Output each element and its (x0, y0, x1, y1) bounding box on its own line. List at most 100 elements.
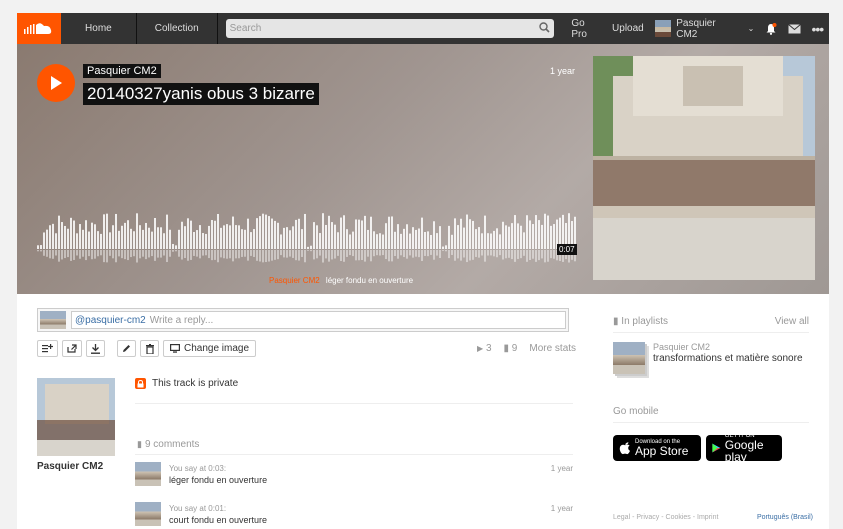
comments-stat[interactable]: ▮ 9 (504, 343, 518, 354)
waveform-reflection (331, 250, 333, 260)
private-notice: This track is private (135, 378, 238, 389)
waveform-reflection (406, 250, 408, 259)
waveform-bar (451, 234, 453, 249)
waveform-bar (133, 231, 135, 249)
play-button[interactable] (37, 64, 75, 102)
repost-button[interactable] (62, 340, 82, 357)
waveform-bar (292, 226, 294, 249)
plays-stat[interactable]: ▶ 3 (477, 343, 492, 354)
footer-links[interactable]: Legal - Privacy - Cookies - Imprint (613, 514, 718, 521)
waveform-bar (499, 234, 501, 249)
user-avatar[interactable] (654, 20, 672, 37)
waveform-reflection (475, 250, 477, 257)
waveform-bar (85, 220, 87, 249)
playlist-owner[interactable]: Pasquier CM2 (653, 342, 710, 352)
waveform-bar (448, 225, 450, 249)
waveform-comment-user[interactable]: Pasquier CM2 (269, 276, 320, 285)
waveform-reflection (511, 250, 513, 260)
comment-age: 1 year (550, 464, 573, 473)
reply-bar: @pasquier-cm2 Write a reply... (37, 308, 569, 332)
waveform-bar (388, 216, 390, 249)
add-to-queue-icon (42, 344, 53, 353)
nav-home[interactable]: Home (61, 13, 137, 44)
waveform-bar (289, 230, 291, 249)
waveform-reflection (313, 250, 315, 260)
search-input[interactable] (225, 19, 555, 38)
waveform-reflection (304, 250, 306, 263)
waveform-bar (232, 216, 234, 249)
soundcloud-logo[interactable] (17, 13, 62, 44)
delete-button[interactable] (140, 340, 159, 357)
waveform-bar (190, 220, 192, 249)
nav-collection[interactable]: Collection (137, 13, 218, 44)
waveform-reflection (106, 250, 108, 263)
waveform-bar (457, 225, 459, 249)
change-image-button[interactable]: Change image (163, 340, 257, 357)
go-pro-link[interactable]: Go Pro (566, 18, 607, 40)
comment-timestamp[interactable]: say at 0:01: (185, 504, 226, 513)
waveform-reflection (265, 250, 267, 263)
waveform-bar (55, 233, 57, 249)
private-notice-text: This track is private (152, 378, 239, 389)
waveform-bar (421, 217, 423, 249)
comment-avatar[interactable] (135, 462, 161, 486)
comment-timestamp[interactable]: say at 0:03: (185, 464, 226, 473)
app-store-badge[interactable]: Download on the App Store (613, 435, 701, 461)
waveform-reflection (232, 250, 234, 262)
waveform-reflection (361, 250, 363, 260)
waveform-bar (244, 229, 246, 249)
chevron-down-icon[interactable]: ⌄ (743, 24, 760, 33)
comment-user[interactable]: You (169, 504, 183, 513)
waveform-reflection (115, 250, 117, 263)
comment-avatar[interactable] (135, 502, 161, 526)
comment-user[interactable]: You (169, 464, 183, 473)
waveform-reflection (142, 250, 144, 257)
waveform-bar (400, 233, 402, 249)
playlist-thumbnail[interactable] (613, 342, 645, 374)
search-icon[interactable] (539, 22, 550, 33)
artist-name[interactable]: Pasquier CM2 (83, 64, 161, 78)
waveform[interactable] (37, 204, 577, 274)
waveform-bar (184, 226, 186, 249)
more-stats-link[interactable]: More stats (529, 343, 576, 354)
uploader-name[interactable]: Pasquier CM2 (37, 461, 103, 472)
waveform-reflection (154, 250, 156, 261)
playlist-title[interactable]: transformations et matière sonore (653, 353, 803, 364)
edit-button[interactable] (117, 340, 136, 357)
waveform-bar (346, 229, 348, 249)
view-all-link[interactable]: View all (775, 316, 809, 327)
waveform-reflection (460, 250, 462, 261)
notifications-button[interactable] (759, 13, 782, 44)
waveform-reflection (376, 250, 378, 256)
divider (613, 332, 809, 333)
reply-input[interactable]: @pasquier-cm2 Write a reply... (71, 311, 566, 329)
waveform-bar (517, 223, 519, 249)
waveform-bar (547, 215, 549, 249)
waveform-bar (241, 229, 243, 249)
username-menu[interactable]: Pasquier CM2 (671, 18, 742, 40)
waveform-bar (223, 225, 225, 249)
upload-link[interactable]: Upload (607, 23, 649, 34)
download-button[interactable] (86, 340, 105, 357)
more-button[interactable]: ••• (806, 13, 829, 44)
waveform-bar (325, 224, 327, 249)
waveform-reflection (184, 250, 186, 258)
add-to-next-up-button[interactable] (37, 340, 58, 357)
waveform-bar (205, 233, 207, 249)
search-box[interactable] (225, 19, 555, 38)
uploader-avatar[interactable] (37, 378, 115, 456)
waveform-reflection (373, 250, 375, 257)
language-link[interactable]: Português (Brasil) (757, 514, 813, 521)
google-play-icon (712, 443, 721, 453)
waveform-bar (235, 225, 237, 249)
google-play-badge[interactable]: GET IT ON Google play (706, 433, 782, 463)
waveform-bar (76, 233, 78, 249)
envelope-icon (787, 23, 801, 33)
waveform-reflection (301, 250, 303, 257)
waveform-bar (334, 224, 336, 249)
waveform-bar (355, 219, 357, 249)
messages-button[interactable] (783, 13, 806, 44)
waveform-reflection (247, 250, 249, 261)
waveform-bar (256, 218, 258, 249)
waveform-reflection (487, 250, 489, 256)
